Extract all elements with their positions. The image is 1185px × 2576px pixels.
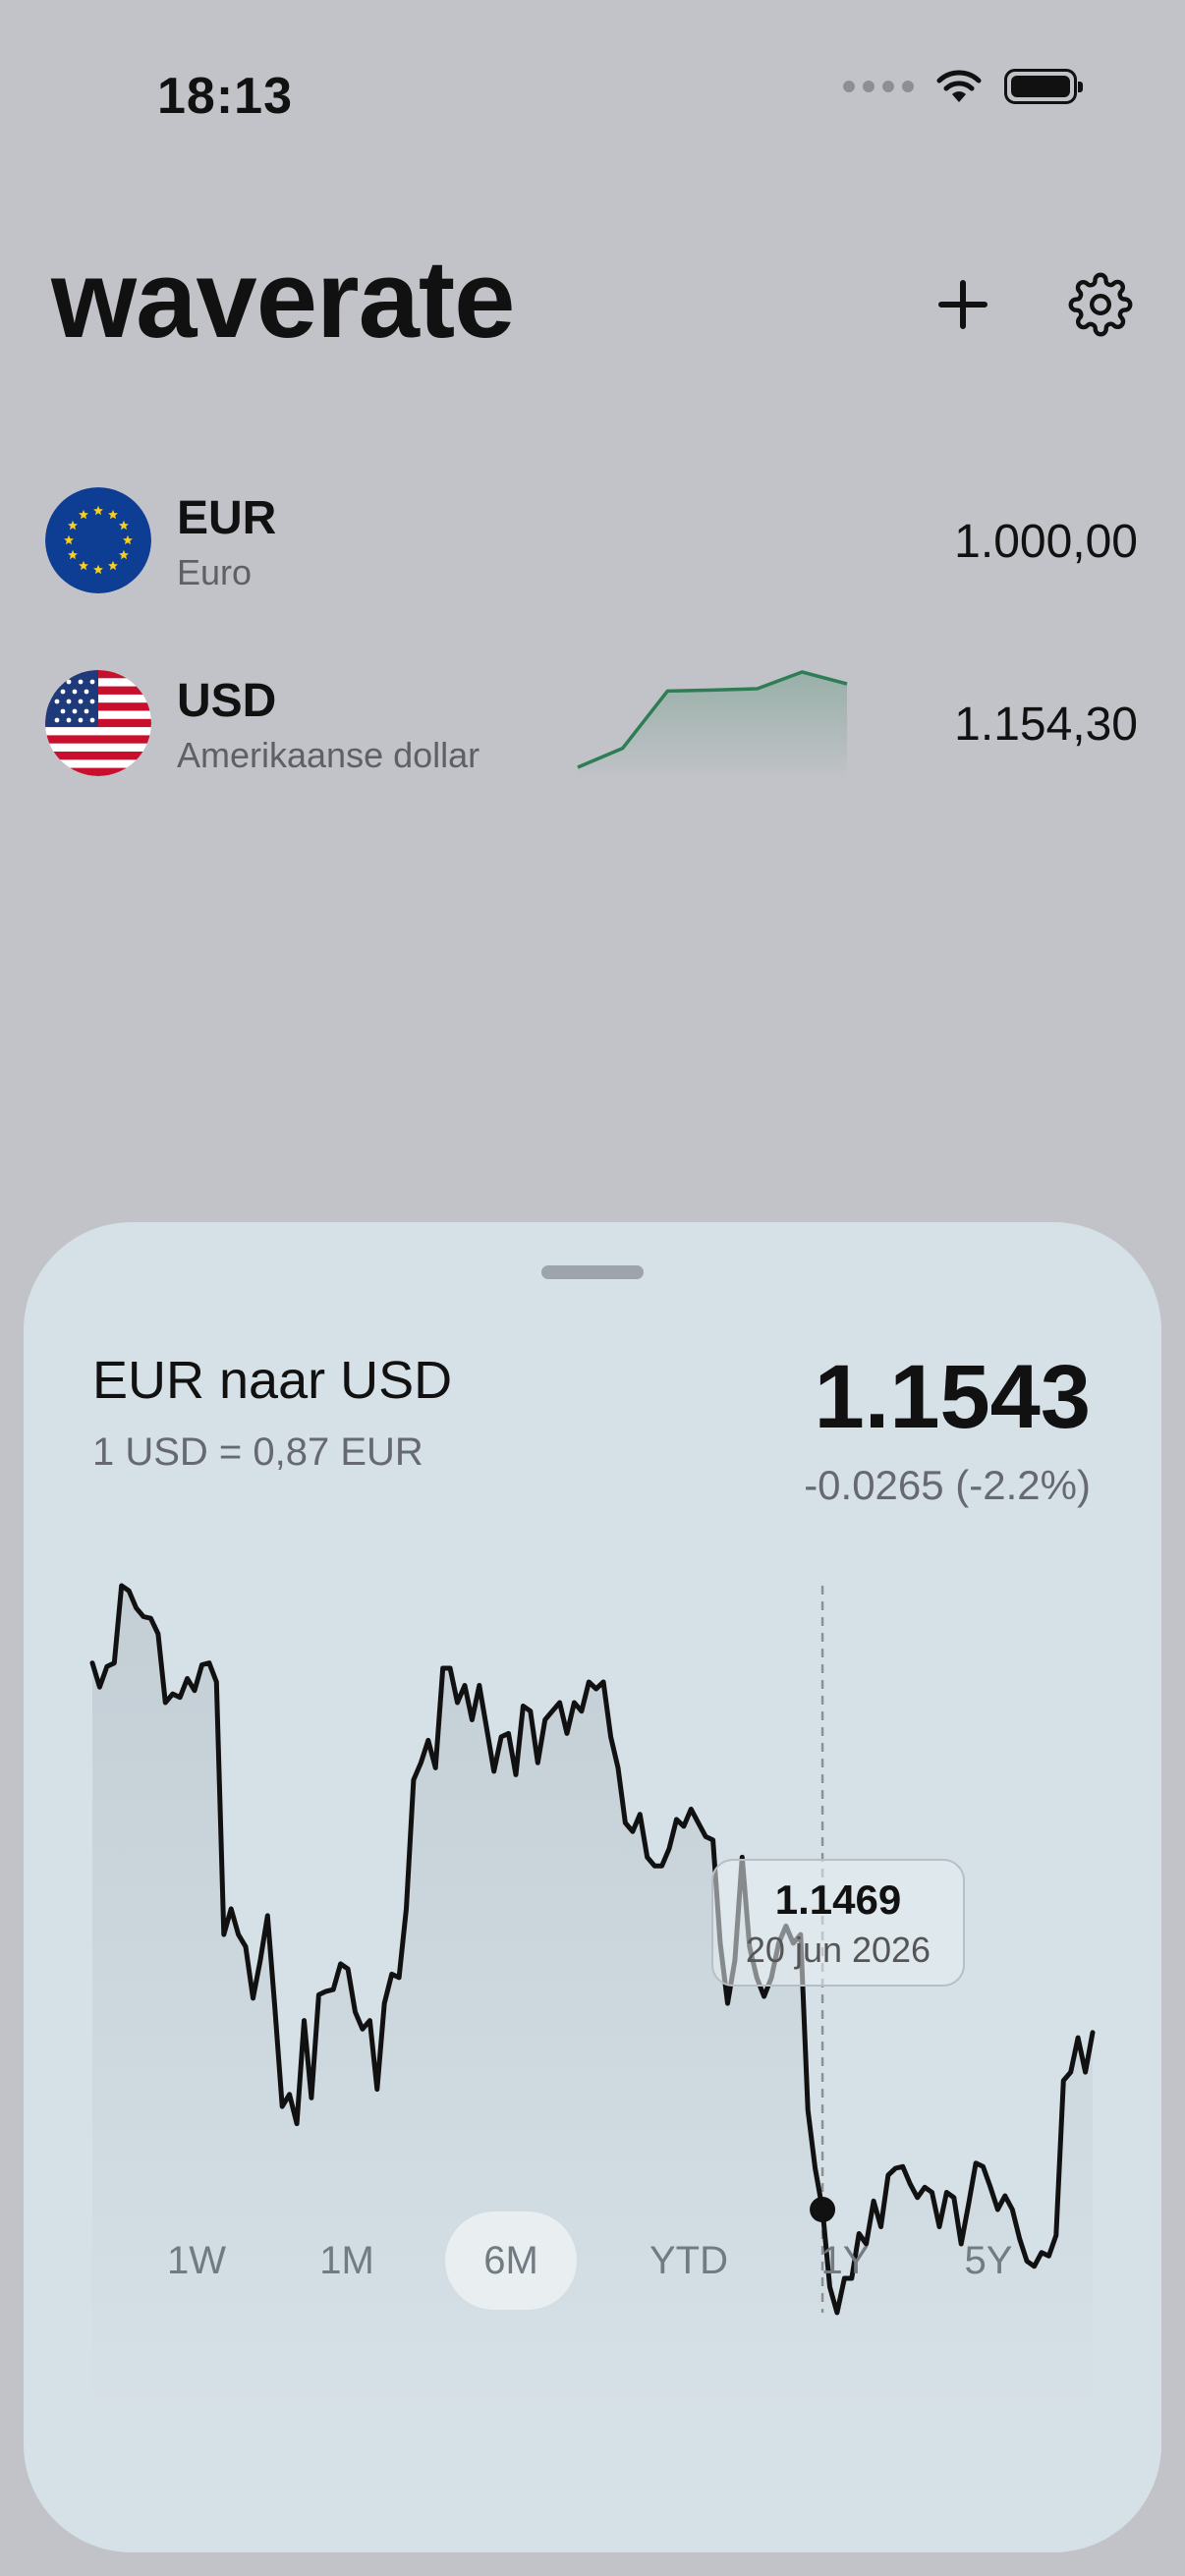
range-5y[interactable]: 5Y [939,2212,1038,2310]
range-1y[interactable]: 1Y [796,2212,894,2310]
currency-row-eur[interactable]: EUR Euro 1.000,00 [45,481,1138,599]
battery-icon [1004,69,1083,104]
currency-name: Euro [177,552,253,592]
app-title: waverate [51,238,515,361]
sheet-grabber[interactable] [541,1265,644,1279]
usd-sparkline [577,670,848,782]
currency-amount[interactable]: 1.000,00 [954,515,1138,569]
rate-change: -0.0265 (-2.2%) [804,1462,1091,1508]
pair-title: EUR naar USD [92,1351,453,1410]
current-rate: 1.1543 [814,1347,1091,1447]
tooltip-date: 20 jun 2026 [745,1930,931,1970]
status-icons [843,69,1083,104]
currency-code: EUR [177,492,277,544]
currency-row-usd[interactable]: USD Amerikaanse dollar 1.154,30 [45,664,1138,782]
range-1m[interactable]: 1M [298,2212,396,2310]
range-selector: 1W 1M 6M YTD 1Y 5Y [94,2212,1091,2310]
pair-subtitle: 1 USD = 0,87 EUR [92,1430,423,1474]
range-6m[interactable]: 6M [445,2212,577,2310]
chart-tooltip: 1.1469 20 jun 2026 [711,1859,965,1987]
us-flag-icon [45,670,151,776]
range-ytd[interactable]: YTD [620,2212,758,2310]
plus-icon [938,280,988,329]
settings-button[interactable] [1061,265,1140,344]
status-time: 18:13 [157,68,293,125]
currency-amount[interactable]: 1.154,30 [954,698,1138,752]
signal-dots-icon [843,81,914,92]
detail-sheet: EUR naar USD 1 USD = 0,87 EUR 1.1543 -0.… [24,1222,1161,2552]
currency-code: USD [177,675,277,727]
currency-name: Amerikaanse dollar [177,735,480,775]
gear-icon [1068,272,1133,337]
eu-flag-icon [45,487,151,593]
wifi-icon [936,70,982,102]
tooltip-value: 1.1469 [774,1876,902,1923]
add-currency-button[interactable] [924,265,1002,344]
range-1w[interactable]: 1W [147,2212,246,2310]
